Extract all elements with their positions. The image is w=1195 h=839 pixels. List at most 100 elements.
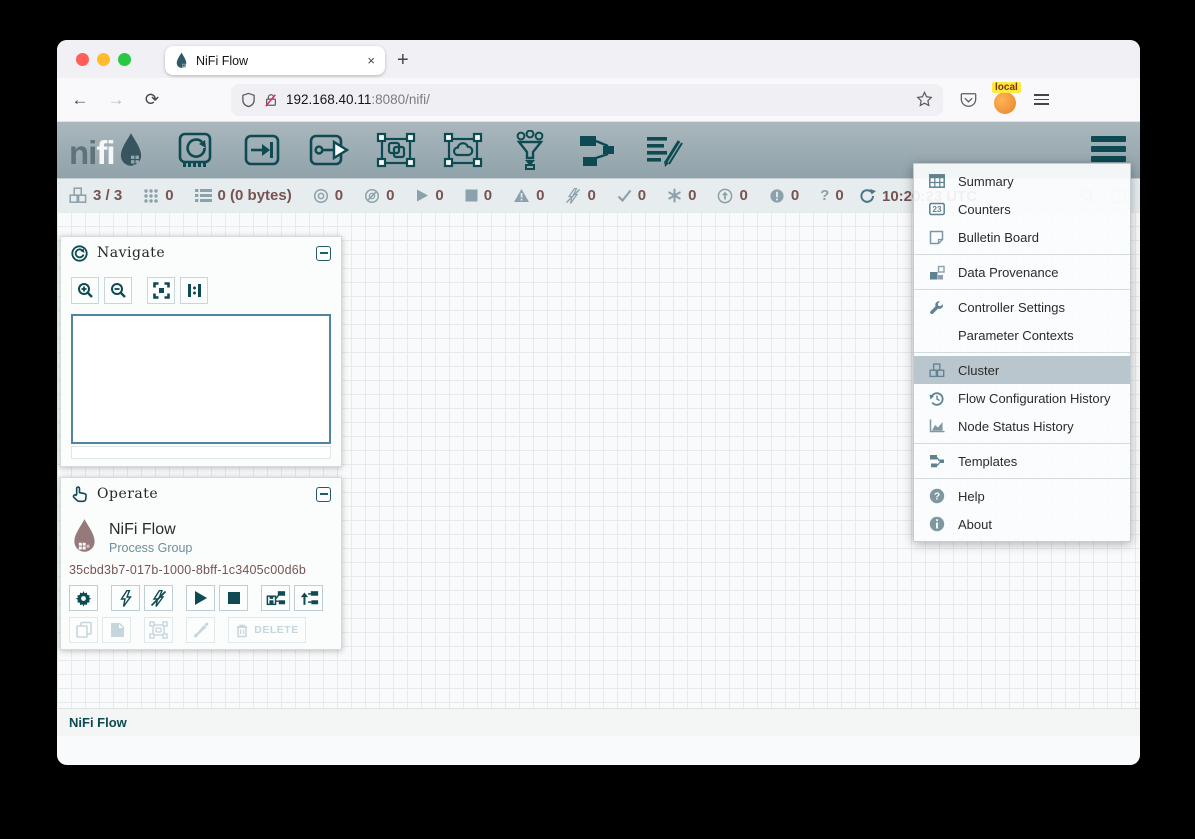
stat-running: 0 <box>415 187 443 204</box>
output-port-component[interactable] <box>307 130 351 170</box>
container-tab-badge: local <box>992 82 1021 93</box>
flow-configuration-history-icon <box>928 391 945 406</box>
minimize-window-button[interactable] <box>97 53 110 66</box>
configure-button[interactable] <box>69 585 98 611</box>
url-text[interactable]: 192.168.40.11:8080/nifi/ <box>286 92 908 107</box>
selection-name: NiFi Flow <box>109 521 192 539</box>
navigate-title: Navigate <box>97 245 307 261</box>
upload-template-button[interactable] <box>294 585 323 611</box>
new-tab-button[interactable]: + <box>397 48 409 72</box>
url-bar[interactable]: 192.168.40.11:8080/nifi/ <box>231 84 943 116</box>
insecure-lock-icon[interactable] <box>264 92 278 108</box>
zoom-fit-button[interactable] <box>147 277 175 304</box>
tab-close-icon[interactable]: × <box>367 53 375 68</box>
avatar-image <box>994 92 1016 114</box>
birdseye-minimap[interactable] <box>71 314 331 444</box>
zoom-out-button[interactable] <box>104 277 132 304</box>
stat-queued: 0 (0 bytes) <box>195 187 292 204</box>
operate-hand-icon <box>71 485 88 503</box>
menu-item-flow-configuration-history[interactable]: Flow Configuration History <box>914 384 1130 412</box>
stat-stopped: 0 <box>465 187 492 204</box>
color-button[interactable] <box>186 617 215 643</box>
menu-label: Help <box>958 489 985 504</box>
profile-avatar[interactable]: local <box>994 88 1018 112</box>
breadcrumb-root[interactable]: NiFi Flow <box>69 715 127 730</box>
operate-buttons-row-2: DELETE <box>61 617 341 649</box>
pocket-icon[interactable] <box>959 91 978 109</box>
stat-locally-modified-stale: 0 <box>769 187 799 204</box>
about-icon <box>928 516 945 532</box>
stat-transmitting: 0 <box>313 187 343 204</box>
start-button[interactable] <box>186 585 215 611</box>
templates-icon <box>928 454 945 468</box>
tab-title: NiFi Flow <box>196 54 359 68</box>
browser-tab[interactable]: NiFi Flow × <box>165 46 385 75</box>
menu-item-cluster[interactable]: Cluster <box>914 356 1130 384</box>
funnel-component[interactable] <box>508 130 552 170</box>
nifi-favicon <box>175 52 188 69</box>
menu-item-summary[interactable]: Summary <box>914 167 1130 195</box>
label-component[interactable] <box>642 130 686 170</box>
menu-label: Controller Settings <box>958 300 1065 315</box>
cluster-icon <box>928 363 945 378</box>
controller-settings-icon <box>928 300 945 315</box>
component-palette <box>173 130 686 170</box>
stop-button[interactable] <box>219 585 248 611</box>
copy-button[interactable] <box>69 617 98 643</box>
stat-disabled: 0 <box>565 187 595 204</box>
zoom-in-button[interactable] <box>71 277 99 304</box>
navigate-buttons <box>61 269 341 310</box>
menu-item-data-provenance[interactable]: Data Provenance <box>914 258 1130 286</box>
enable-button[interactable] <box>111 585 140 611</box>
processor-component[interactable] <box>173 130 217 170</box>
logo-fi: fi <box>96 134 114 171</box>
menu-label: Flow Configuration History <box>958 391 1110 406</box>
group-button[interactable] <box>144 617 173 643</box>
disable-button[interactable] <box>144 585 173 611</box>
back-icon[interactable]: ← <box>67 90 93 110</box>
global-menu-icon[interactable] <box>1091 136 1126 162</box>
selection-type: Process Group <box>109 541 192 555</box>
remote-process-group-component[interactable] <box>441 130 485 170</box>
shield-icon[interactable] <box>241 92 256 108</box>
menu-item-node-status-history[interactable]: Node Status History <box>914 412 1130 440</box>
input-port-component[interactable] <box>240 130 284 170</box>
stat-active-threads: 0 <box>143 187 173 204</box>
svg-text:23: 23 <box>932 205 941 214</box>
stat-not-transmitting: 0 <box>364 187 394 204</box>
browser-navbar: ← → ⟳ 192.168.40.11:8080/nifi/ local <box>57 78 1140 122</box>
menu-item-parameter-contexts[interactable]: Parameter Contexts <box>914 321 1130 349</box>
menu-item-controller-settings[interactable]: Controller Settings <box>914 293 1130 321</box>
bookmark-star-icon[interactable] <box>916 91 933 108</box>
delete-button[interactable]: DELETE <box>228 617 306 643</box>
close-window-button[interactable] <box>76 53 89 66</box>
nifi-logo: nifi <box>69 132 145 168</box>
save-template-button[interactable] <box>261 585 290 611</box>
zoom-actual-size-button[interactable] <box>180 277 208 304</box>
paste-button[interactable] <box>102 617 131 643</box>
menu-divider <box>914 478 1130 479</box>
menu-item-bulletin-board[interactable]: Bulletin Board <box>914 223 1130 251</box>
process-group-droplet-icon <box>71 518 98 554</box>
window-controls <box>76 53 131 66</box>
stat-connected-nodes: 3 / 3 <box>69 187 122 204</box>
navigate-palette: Navigate <box>60 236 342 467</box>
process-group-component[interactable] <box>374 130 418 170</box>
menu-label: Data Provenance <box>958 265 1058 280</box>
forward-icon[interactable]: → <box>103 90 129 110</box>
birdseye-slider[interactable] <box>71 446 331 459</box>
menu-item-templates[interactable]: Templates <box>914 447 1130 475</box>
operate-collapse-button[interactable] <box>316 487 331 502</box>
reload-icon[interactable]: ⟳ <box>139 90 165 110</box>
browser-menu-icon[interactable] <box>1034 94 1049 105</box>
menu-item-counters[interactable]: 23 Counters <box>914 195 1130 223</box>
chrome-right-cluster: local <box>959 88 1049 112</box>
navigate-collapse-button[interactable] <box>316 246 331 261</box>
logo-droplet-icon <box>117 132 145 168</box>
menu-item-help[interactable]: ? Help <box>914 482 1130 510</box>
stat-sync-failure: ? 0 <box>820 187 844 204</box>
zoom-window-button[interactable] <box>118 53 131 66</box>
template-component[interactable] <box>575 130 619 170</box>
menu-item-about[interactable]: About <box>914 510 1130 538</box>
menu-label: About <box>958 517 992 532</box>
